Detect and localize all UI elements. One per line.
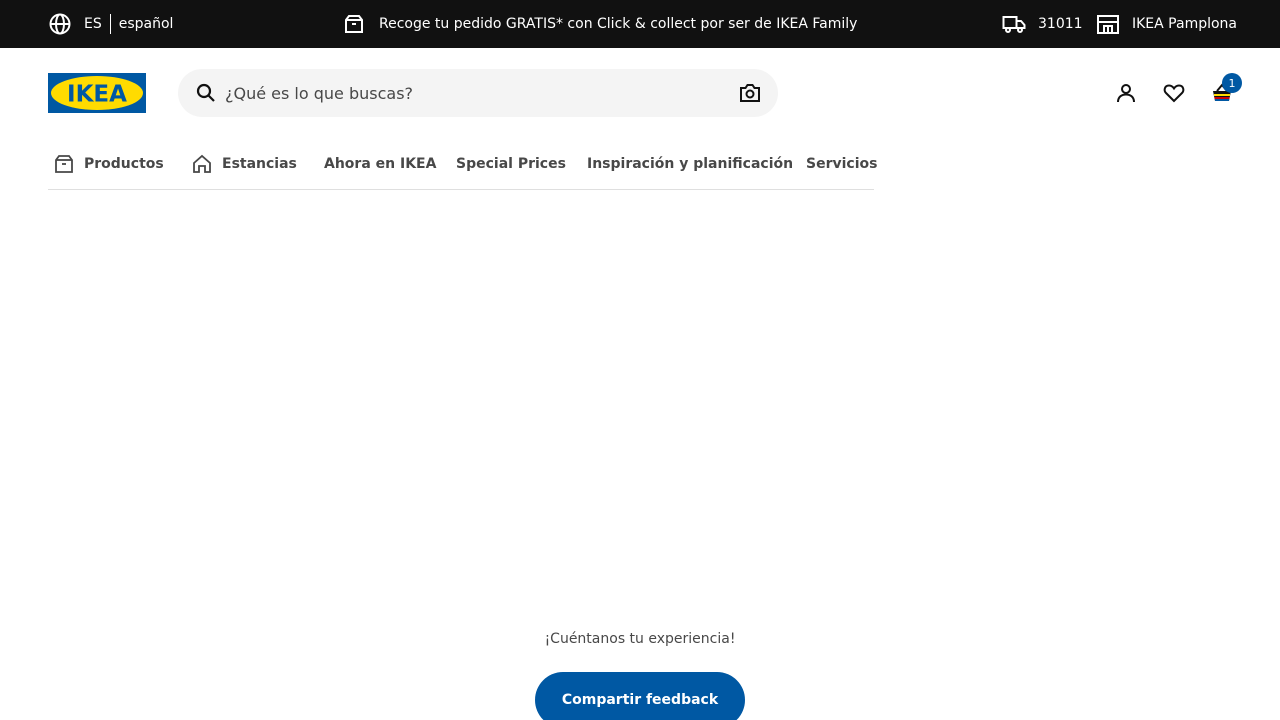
- box-icon: [55, 155, 73, 173]
- tab-label: Productos: [84, 156, 164, 172]
- globe-icon: [49, 13, 71, 35]
- tab-label: Special Prices: [456, 156, 566, 172]
- tab-estancias[interactable]: Estancias: [192, 140, 297, 188]
- promo-message[interactable]: Recoge tu pedido GRATIS* con Click & col…: [344, 0, 857, 48]
- store-icon: [1097, 15, 1119, 34]
- main-navigation: Productos Estancias Ahora en IKEA Specia…: [48, 140, 877, 190]
- tab-label: Ahora en IKEA: [324, 156, 437, 172]
- language-divider: [109, 14, 111, 34]
- box-icon: [345, 15, 363, 33]
- tab-label: Estancias: [222, 156, 297, 172]
- top-banner: ES español Recoge tu pedido GRATIS* con …: [0, 0, 1280, 48]
- share-feedback-button[interactable]: Compartir feedback: [535, 672, 745, 720]
- tab-label: Servicios: [806, 156, 878, 172]
- language-selector[interactable]: ES español: [48, 0, 173, 48]
- ikea-logo[interactable]: IKEA: [48, 73, 146, 113]
- language-name[interactable]: español: [119, 16, 174, 32]
- delivery-postal-code[interactable]: 31011: [1002, 0, 1083, 48]
- logo-text: IKEA: [67, 82, 127, 108]
- postal-code[interactable]: 31011: [1038, 16, 1083, 32]
- truck-icon: [1002, 16, 1026, 33]
- language-code[interactable]: ES: [84, 16, 102, 32]
- heart-icon[interactable]: [1162, 81, 1186, 105]
- home-icon: [193, 154, 211, 173]
- camera-icon[interactable]: [739, 82, 761, 104]
- feedback-prompt: ¡Cuéntanos tu experiencia!: [544, 631, 736, 647]
- tab-label: Inspiración y planificación: [587, 156, 794, 172]
- search-input[interactable]: [225, 69, 725, 117]
- tab-inspiracion-planificacion[interactable]: Inspiración y planificación: [587, 140, 793, 188]
- tab-servicios[interactable]: Servicios: [806, 140, 877, 188]
- promo-text[interactable]: Recoge tu pedido GRATIS* con Click & col…: [379, 16, 857, 32]
- user-icon[interactable]: [1114, 81, 1138, 105]
- tab-productos[interactable]: Productos: [54, 140, 164, 188]
- store-selector[interactable]: IKEA Pamplona: [1096, 0, 1237, 48]
- search-icon: [196, 83, 215, 102]
- store-name[interactable]: IKEA Pamplona: [1132, 16, 1237, 32]
- tab-special-prices[interactable]: Special Prices: [456, 140, 566, 188]
- tab-ahora-en-ikea[interactable]: Ahora en IKEA: [324, 140, 436, 188]
- search-bar[interactable]: [178, 69, 778, 117]
- cart-count-badge: 1: [1222, 73, 1242, 93]
